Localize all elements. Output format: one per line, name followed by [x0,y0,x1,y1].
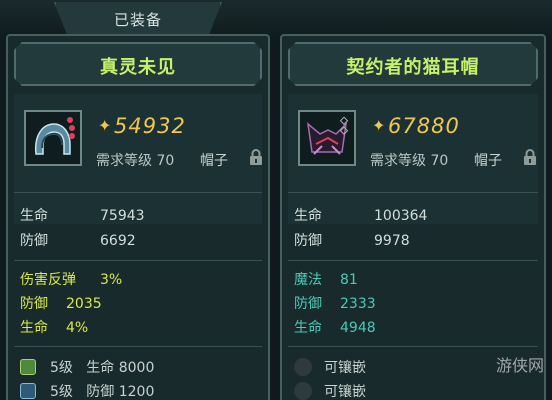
stat-label: 防御 [294,296,322,312]
stat-label: 伤害反弹 [20,272,76,288]
divider [14,192,262,193]
stat-label: 防御 [294,233,322,249]
extra-stat-row: 生命 4% [20,318,260,338]
lock-icon[interactable] [248,148,264,166]
stat-value: 2333 [340,296,376,312]
stat-value: 81 [340,272,358,288]
lock-icon[interactable] [522,148,538,166]
divider [288,192,538,193]
stat-label: 生命 [294,320,322,336]
helmet-icon[interactable] [24,110,82,166]
base-stat-row: 防御 6692 [20,231,260,251]
stat-value: 2035 [66,296,102,312]
extra-stat-row: 生命 4948 [294,318,534,338]
empty-socket-icon [294,382,312,400]
level-requirement: 需求等级 70 [96,153,175,169]
divider [288,346,538,347]
stat-value: 75943 [100,208,145,224]
base-stat-row: 生命 100364 [294,206,534,226]
stat-value: 4% [66,320,89,336]
item-name: 契约者的猫耳帽 [346,57,480,78]
item-name: 真灵未见 [100,57,176,78]
item-slot: 帽子 [200,153,228,169]
compare-item-panel: 契约者的猫耳帽 ✦ 67880 需求等级 70 帽子 生命 100364 防御 … [280,34,546,400]
stat-label: 生命 [20,208,48,224]
equipped-item-panel: 真灵未见 ✦ 54932 需求等级 70 帽子 生命 75943 防御 6692… [6,34,270,400]
stat-label: 生命 [294,208,322,224]
extra-stat-row: 防御 2333 [294,294,534,314]
gem-level: 5级 [50,360,73,376]
stat-value: 4948 [340,320,376,336]
stat-value: 6692 [100,233,136,249]
stat-label: 魔法 [294,272,322,288]
stat-value: 3% [100,272,123,288]
item-header: ✦ 54932 需求等级 70 帽子 [14,94,262,224]
empty-socket[interactable]: 可镶嵌 [294,382,366,400]
blue-gem-icon [20,383,36,399]
extra-stat-row: 防御 2035 [20,294,260,314]
item-title-bar: 契约者的猫耳帽 [288,42,538,86]
stat-value: 9978 [374,233,410,249]
divider [14,260,262,261]
level-requirement: 需求等级 70 [370,153,449,169]
gem-slot[interactable]: 5级 防御 1200 [20,382,154,400]
cat-ear-hat-icon[interactable] [298,110,356,166]
item-title-bar: 真灵未见 [14,42,262,86]
divider [14,346,262,347]
item-price: 67880 [388,114,460,138]
socket-label: 可镶嵌 [324,384,366,400]
socket-label: 可镶嵌 [324,360,366,376]
extra-stat-row: 魔法 81 [294,270,534,290]
price-wrapper: 67880 [370,114,460,138]
watermark: 游侠网 [495,356,544,375]
base-stat-row: 防御 9978 [294,231,534,251]
tab-equipped-label: 已装备 [113,11,162,29]
gem-slot[interactable]: 5级 生命 8000 [20,358,154,378]
gem-level: 5级 [50,384,73,400]
item-header: ✦ 67880 需求等级 70 帽子 [288,94,538,224]
stat-value: 100364 [374,208,428,224]
extra-stat-row: 伤害反弹 3% [20,270,260,290]
empty-socket[interactable]: 可镶嵌 [294,358,366,378]
stat-label: 防御 [20,296,48,312]
tab-equipped[interactable]: 已装备 [54,2,222,36]
gem-effect: 防御 1200 [86,384,155,400]
divider [288,260,538,261]
price-wrapper: 54932 [96,114,186,138]
stat-label: 生命 [20,320,48,336]
stat-label: 防御 [20,233,48,249]
gem-effect: 生命 8000 [86,360,155,376]
item-slot: 帽子 [474,153,502,169]
base-stat-row: 生命 75943 [20,206,260,226]
green-gem-icon [20,359,36,375]
item-price: 54932 [114,114,186,138]
empty-socket-icon [294,358,312,376]
